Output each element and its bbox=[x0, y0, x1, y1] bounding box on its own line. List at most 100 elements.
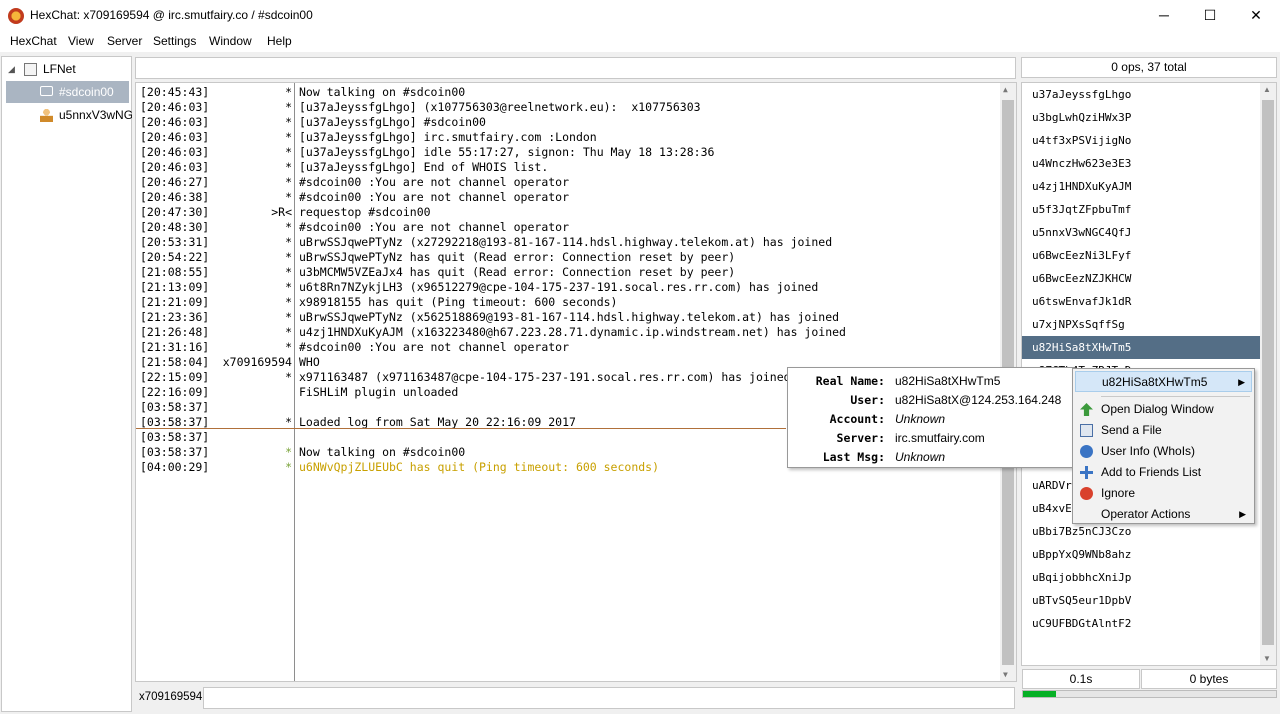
chat-message: WHO bbox=[299, 355, 320, 369]
info-icon bbox=[1080, 445, 1093, 458]
user-query-icon bbox=[40, 108, 53, 122]
userlist-scrollbar[interactable]: ▲ ▼ bbox=[1260, 83, 1276, 665]
chat-nick[interactable]: * bbox=[140, 295, 292, 309]
chat-line: [20:46:03] * [u37aJeyssfgLhgo] irc.smutfai… bbox=[140, 130, 998, 145]
chat-nick[interactable]: * bbox=[140, 145, 292, 159]
menu-separator bbox=[1101, 396, 1250, 397]
user-list-item[interactable]: u7xjNPXsSqffSg bbox=[1022, 313, 1260, 336]
chat-message: Now talking on #sdcoin00 bbox=[299, 85, 466, 99]
user-list-item[interactable]: uBppYxQ9WNb8ahz bbox=[1022, 543, 1260, 566]
user-list-item[interactable]: u3bgLwhQziHWx3P bbox=[1022, 106, 1260, 129]
user-list-item[interactable]: uC9UFBDGtAlntF2 bbox=[1022, 612, 1260, 635]
menu-settings[interactable]: Settings bbox=[153, 34, 196, 48]
userlist-scroll-thumb[interactable] bbox=[1262, 100, 1274, 645]
input-row: x709169594 bbox=[135, 687, 1017, 709]
chat-message: requestop #sdcoin00 bbox=[299, 205, 431, 219]
chat-nick[interactable]: * bbox=[140, 325, 292, 339]
chat-nick[interactable]: * bbox=[140, 160, 292, 174]
chat-nick[interactable]: * bbox=[140, 100, 292, 114]
chat-nick[interactable]: * bbox=[140, 175, 292, 189]
chat-nick[interactable]: * bbox=[140, 265, 292, 279]
context-menu-label: Ignore bbox=[1101, 486, 1136, 500]
context-menu-item[interactable]: Ignore bbox=[1075, 483, 1252, 504]
chat-nick[interactable]: * bbox=[140, 280, 292, 294]
user-list-item[interactable]: u6BwcEezNZJKHCW bbox=[1022, 267, 1260, 290]
chat-nick[interactable]: * bbox=[140, 445, 292, 459]
tooltip-row: User: u82HiSa8tX@124.253.164.248 bbox=[788, 393, 1073, 412]
menu-hexchat[interactable]: HexChat bbox=[10, 34, 57, 48]
scroll-up-icon[interactable]: ▲ bbox=[1263, 85, 1271, 94]
tree-channel-label: #sdcoin00 bbox=[59, 85, 114, 99]
chat-nick[interactable]: * bbox=[140, 190, 292, 204]
chat-nick[interactable]: * bbox=[140, 115, 292, 129]
user-list-item[interactable]: uBqijobbhcXniJp bbox=[1022, 566, 1260, 589]
menu-help[interactable]: Help bbox=[267, 34, 292, 48]
chat-nick[interactable]: * bbox=[140, 460, 292, 474]
chat-message: uBrwSSJqwePTyNz has quit (Read error: Co… bbox=[299, 250, 736, 264]
chat-nick[interactable]: x709169594 bbox=[140, 355, 292, 369]
chat-line: [20:53:31] * uBrwSSJqwePTyNz (x27292218@19… bbox=[140, 235, 998, 250]
tooltip-value: Unknown bbox=[895, 412, 946, 426]
chat-nick[interactable]: * bbox=[140, 415, 292, 429]
chat-message: [u37aJeyssfgLhgo] irc.smutfairy.com :Lon… bbox=[299, 130, 597, 144]
chat-nick[interactable]: * bbox=[140, 220, 292, 234]
context-menu-item[interactable]: Operator Actions ▶ bbox=[1075, 504, 1252, 525]
chat-nick[interactable]: * bbox=[140, 310, 292, 324]
chat-message: #sdcoin00 :You are not channel operator bbox=[299, 340, 570, 354]
send-file-icon bbox=[1080, 424, 1093, 437]
chat-message: Loaded log from Sat May 20 22:16:09 2017 bbox=[299, 415, 576, 429]
user-list-item[interactable]: u4zj1HNDXuKyAJM bbox=[1022, 175, 1260, 198]
user-list-item[interactable]: uBTvSQ5eur1DpbV bbox=[1022, 589, 1260, 612]
scroll-down-icon[interactable]: ▼ bbox=[1263, 654, 1271, 663]
tree-item-query[interactable]: u5nnxV3wNG bbox=[6, 104, 132, 126]
chat-nick[interactable]: * bbox=[140, 85, 292, 99]
chat-nick[interactable]: * bbox=[140, 235, 292, 249]
chat-nick[interactable]: * bbox=[140, 250, 292, 264]
chat-line: [20:46:27] * #sdcoin00 :You are not channe… bbox=[140, 175, 998, 190]
nick-button[interactable]: x709169594 bbox=[139, 691, 202, 703]
tree-query-label: u5nnxV3wNG bbox=[59, 108, 132, 122]
user-list-item[interactable]: u6BwcEezNi3LFyf bbox=[1022, 244, 1260, 267]
context-menu-header[interactable]: u82HiSa8tXHwTm5 ▶ bbox=[1075, 371, 1252, 392]
menu-window[interactable]: Window bbox=[209, 34, 252, 48]
chat-timestamp: [22:16:09] bbox=[140, 385, 210, 399]
user-list-item[interactable]: u4WnczHw623e3E3 bbox=[1022, 152, 1260, 175]
chat-message: #sdcoin00 :You are not channel operator bbox=[299, 190, 570, 204]
minimize-button[interactable]: ─ bbox=[1141, 0, 1187, 30]
chat-nick[interactable]: * bbox=[140, 340, 292, 354]
chat-line: [20:46:03] * [u37aJeyssfgLhgo] (x107756303… bbox=[140, 100, 998, 115]
menu-server[interactable]: Server bbox=[107, 34, 142, 48]
topic-field[interactable] bbox=[135, 57, 1016, 79]
marker-line bbox=[136, 428, 786, 429]
tree-item-network[interactable]: ◢ LFNet bbox=[6, 58, 132, 80]
chat-nick[interactable]: * bbox=[140, 130, 292, 144]
close-button[interactable]: ✕ bbox=[1233, 0, 1279, 30]
context-menu-label: Send a File bbox=[1101, 423, 1162, 437]
context-menu-item[interactable]: User Info (WhoIs) bbox=[1075, 441, 1252, 462]
chat-nick[interactable]: * bbox=[140, 370, 292, 384]
user-list-item[interactable]: u5nnxV3wNGC4QfJ bbox=[1022, 221, 1260, 244]
user-context-menu: u82HiSa8tXHwTm5 ▶ Open Dialog Window Send… bbox=[1072, 368, 1255, 524]
context-menu-item[interactable]: Send a File bbox=[1075, 420, 1252, 441]
user-list-item[interactable]: u6tswEnvafJk1dR bbox=[1022, 290, 1260, 313]
message-input[interactable] bbox=[203, 687, 1015, 709]
user-list-item[interactable]: u5f3JqtZFpbuTmf bbox=[1022, 198, 1260, 221]
chat-line: [20:47:30] >R< requestop #sdcoin00 bbox=[140, 205, 998, 220]
chat-line: [20:48:30] * #sdcoin00 :You are not channe… bbox=[140, 220, 998, 235]
user-list-item[interactable]: u82HiSa8tXHwTm5 bbox=[1022, 336, 1260, 359]
chat-line: [20:46:38] * #sdcoin00 :You are not channe… bbox=[140, 190, 998, 205]
user-list-item[interactable]: u37aJeyssfgLhgo bbox=[1022, 83, 1260, 106]
channel-chat-icon bbox=[40, 86, 53, 96]
tree-item-channel[interactable]: #sdcoin00 bbox=[6, 81, 129, 103]
chat-nick[interactable]: >R< bbox=[140, 205, 292, 219]
context-menu-item[interactable]: Open Dialog Window bbox=[1075, 399, 1252, 420]
user-list-item[interactable]: u4tf3xPSVijigNo bbox=[1022, 129, 1260, 152]
tooltip-row: Account: Unknown bbox=[788, 412, 1073, 431]
throttle-meter-label: 0 bytes bbox=[1141, 669, 1277, 689]
collapse-arrow-icon[interactable]: ◢ bbox=[8, 58, 15, 80]
scroll-up-icon[interactable]: ▲ bbox=[1003, 85, 1008, 94]
maximize-button[interactable]: ☐ bbox=[1187, 0, 1233, 30]
menu-view[interactable]: View bbox=[68, 34, 94, 48]
context-menu-item[interactable]: Add to Friends List bbox=[1075, 462, 1252, 483]
scroll-down-icon[interactable]: ▼ bbox=[1003, 670, 1008, 679]
